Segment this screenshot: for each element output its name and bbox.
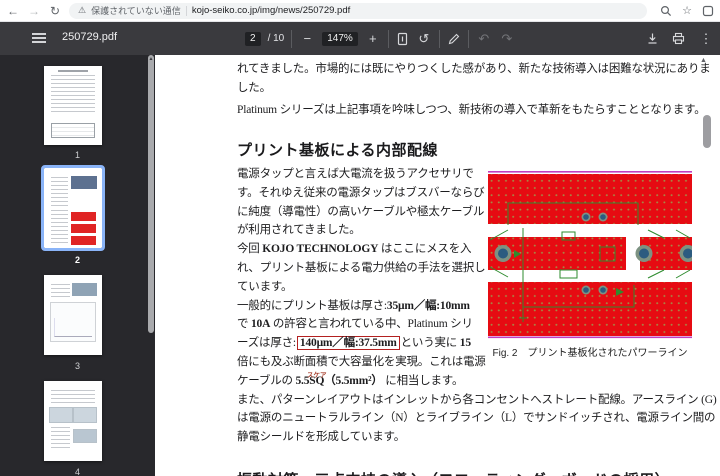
thumb-sketch <box>51 284 70 300</box>
thumb-sketch <box>51 210 68 244</box>
page-thumbnail-2-selected[interactable] <box>44 168 102 248</box>
thumbnail-sidebar: 1 2 3 4 ▲ <box>0 55 155 476</box>
body-line: ケーブルの 5.5SQスケア（5.5mm²） に相当します。 <box>237 372 717 391</box>
annotate-pen-icon[interactable] <box>447 32 461 46</box>
print-icon[interactable] <box>672 32 685 45</box>
forward-icon[interactable]: → <box>27 1 41 21</box>
toolbar-separator <box>388 30 389 48</box>
thumb-image-sketch <box>72 283 97 296</box>
pdf-filename: 250729.pdf <box>62 31 117 43</box>
section-heading: プリント基板による内部配線 <box>237 139 438 160</box>
toolbar-separator <box>468 30 469 48</box>
thumb-image-sketch <box>73 407 97 423</box>
rotate-icon[interactable]: ↺ <box>416 31 432 47</box>
body-line: れてきました。市場的には既にやりつくした感があり、新たな技術導入は困難な状況にあ… <box>237 60 711 76</box>
page-total-label: / 10 <box>268 33 285 44</box>
browser-toolbar: ← → ↻ ⚠ 保護されていない通信 kojo-seiko.co.jp/img/… <box>0 0 720 22</box>
thumb-sketch <box>51 390 95 404</box>
pdf-page: れてきました。市場的には既にやりつくした感があり、新たな技術導入は困難な状況にあ… <box>155 55 720 476</box>
thumbnail-label: 3 <box>0 361 155 371</box>
undo-icon[interactable]: ↶ <box>476 31 492 47</box>
thumb-image-sketch <box>73 429 97 443</box>
body-line: 静電シールドを形成しています。 <box>237 428 717 447</box>
sidebar-scrollbar[interactable]: ▲ <box>148 55 154 333</box>
body-line: また、パターンレイアウトはインレットから各コンセントへストレート配線。アースライ… <box>237 391 717 410</box>
body-line: は電源のニュートラルライン（N）とライブライン（L）でサンドイッチされ、電源ライ… <box>237 409 717 428</box>
side-panel-icon[interactable] <box>702 5 714 17</box>
url-divider <box>186 6 187 16</box>
thumb-red-figure <box>71 224 96 233</box>
scroll-up-icon[interactable]: ▲ <box>700 56 707 64</box>
zoom-in-button[interactable]: + <box>365 31 381 47</box>
pcb-figure <box>488 170 692 340</box>
thumb-sketch <box>51 75 95 115</box>
thumb-sketch <box>58 70 88 72</box>
thumb-table-sketch <box>51 123 95 138</box>
toolbar-separator <box>439 30 440 48</box>
zoom-out-button[interactable]: − <box>299 31 315 47</box>
page-thumbnail-3[interactable] <box>44 275 102 355</box>
back-icon[interactable]: ← <box>6 1 20 21</box>
zoom-level-display: 147% <box>322 32 358 46</box>
page-thumbnail-1[interactable] <box>44 66 102 145</box>
not-secure-label[interactable]: 保護されていない通信 <box>91 4 181 17</box>
next-section-heading-clipped: 振動対策、三点支持の導入（フローティング・ボードの採用） <box>237 469 670 476</box>
bookmark-star-icon[interactable]: ☆ <box>682 4 692 17</box>
browser-actions: ☆ <box>660 4 714 17</box>
screenshot-root: ← → ↻ ⚠ 保護されていない通信 kojo-seiko.co.jp/img/… <box>0 0 720 476</box>
thumb-red-figure <box>71 212 96 221</box>
not-secure-warning-icon[interactable]: ⚠ <box>78 5 86 16</box>
fit-page-icon[interactable] <box>396 32 409 46</box>
main-scrollbar-thumb[interactable] <box>703 115 711 148</box>
page-number-input[interactable]: 2 <box>245 32 261 46</box>
thumb-chart-sketch <box>50 302 96 342</box>
body-line: した。 <box>237 79 271 95</box>
zoom-search-icon[interactable] <box>660 5 672 17</box>
page-thumbnail-4[interactable] <box>44 381 102 461</box>
thumb-red-figure <box>71 236 96 245</box>
redo-icon[interactable]: ↷ <box>499 31 515 47</box>
thumb-image-sketch <box>71 176 97 189</box>
thumbnail-label-selected: 2 <box>0 255 155 265</box>
url-text[interactable]: kojo-seiko.co.jp/img/news/250729.pdf <box>192 5 350 16</box>
pdf-toolbar-center: 2 / 10 − 147% + ↺ ↶ ↷ <box>245 22 515 55</box>
more-options-icon[interactable]: ⋮ <box>698 31 714 47</box>
menu-icon[interactable] <box>32 33 46 44</box>
pdf-viewer-toolbar: 250729.pdf 2 / 10 − 147% + ↺ ↶ ↷ ⋮ <box>0 22 720 55</box>
thumbnail-label: 4 <box>0 467 155 476</box>
url-bar[interactable]: ⚠ 保護されていない通信 kojo-seiko.co.jp/img/news/2… <box>69 3 647 19</box>
reload-icon[interactable]: ↻ <box>48 1 62 21</box>
thumb-sketch <box>51 427 70 449</box>
figure-caption: Fig. 2 プリント基板化されたパワーライン <box>488 344 692 359</box>
download-icon[interactable] <box>646 32 659 45</box>
thumb-image-sketch <box>49 407 73 423</box>
toolbar-separator <box>291 30 292 48</box>
thumb-sketch <box>51 177 68 207</box>
pcb-figure-image <box>488 170 692 340</box>
scroll-up-icon[interactable]: ▲ <box>148 56 154 62</box>
pdf-toolbar-right: ⋮ <box>646 22 714 55</box>
thumbnail-label: 1 <box>0 150 155 160</box>
body-line: Platinum シリーズは上記事項を吟味しつつ、新技術の導入で革新をもたらすこ… <box>237 101 706 117</box>
